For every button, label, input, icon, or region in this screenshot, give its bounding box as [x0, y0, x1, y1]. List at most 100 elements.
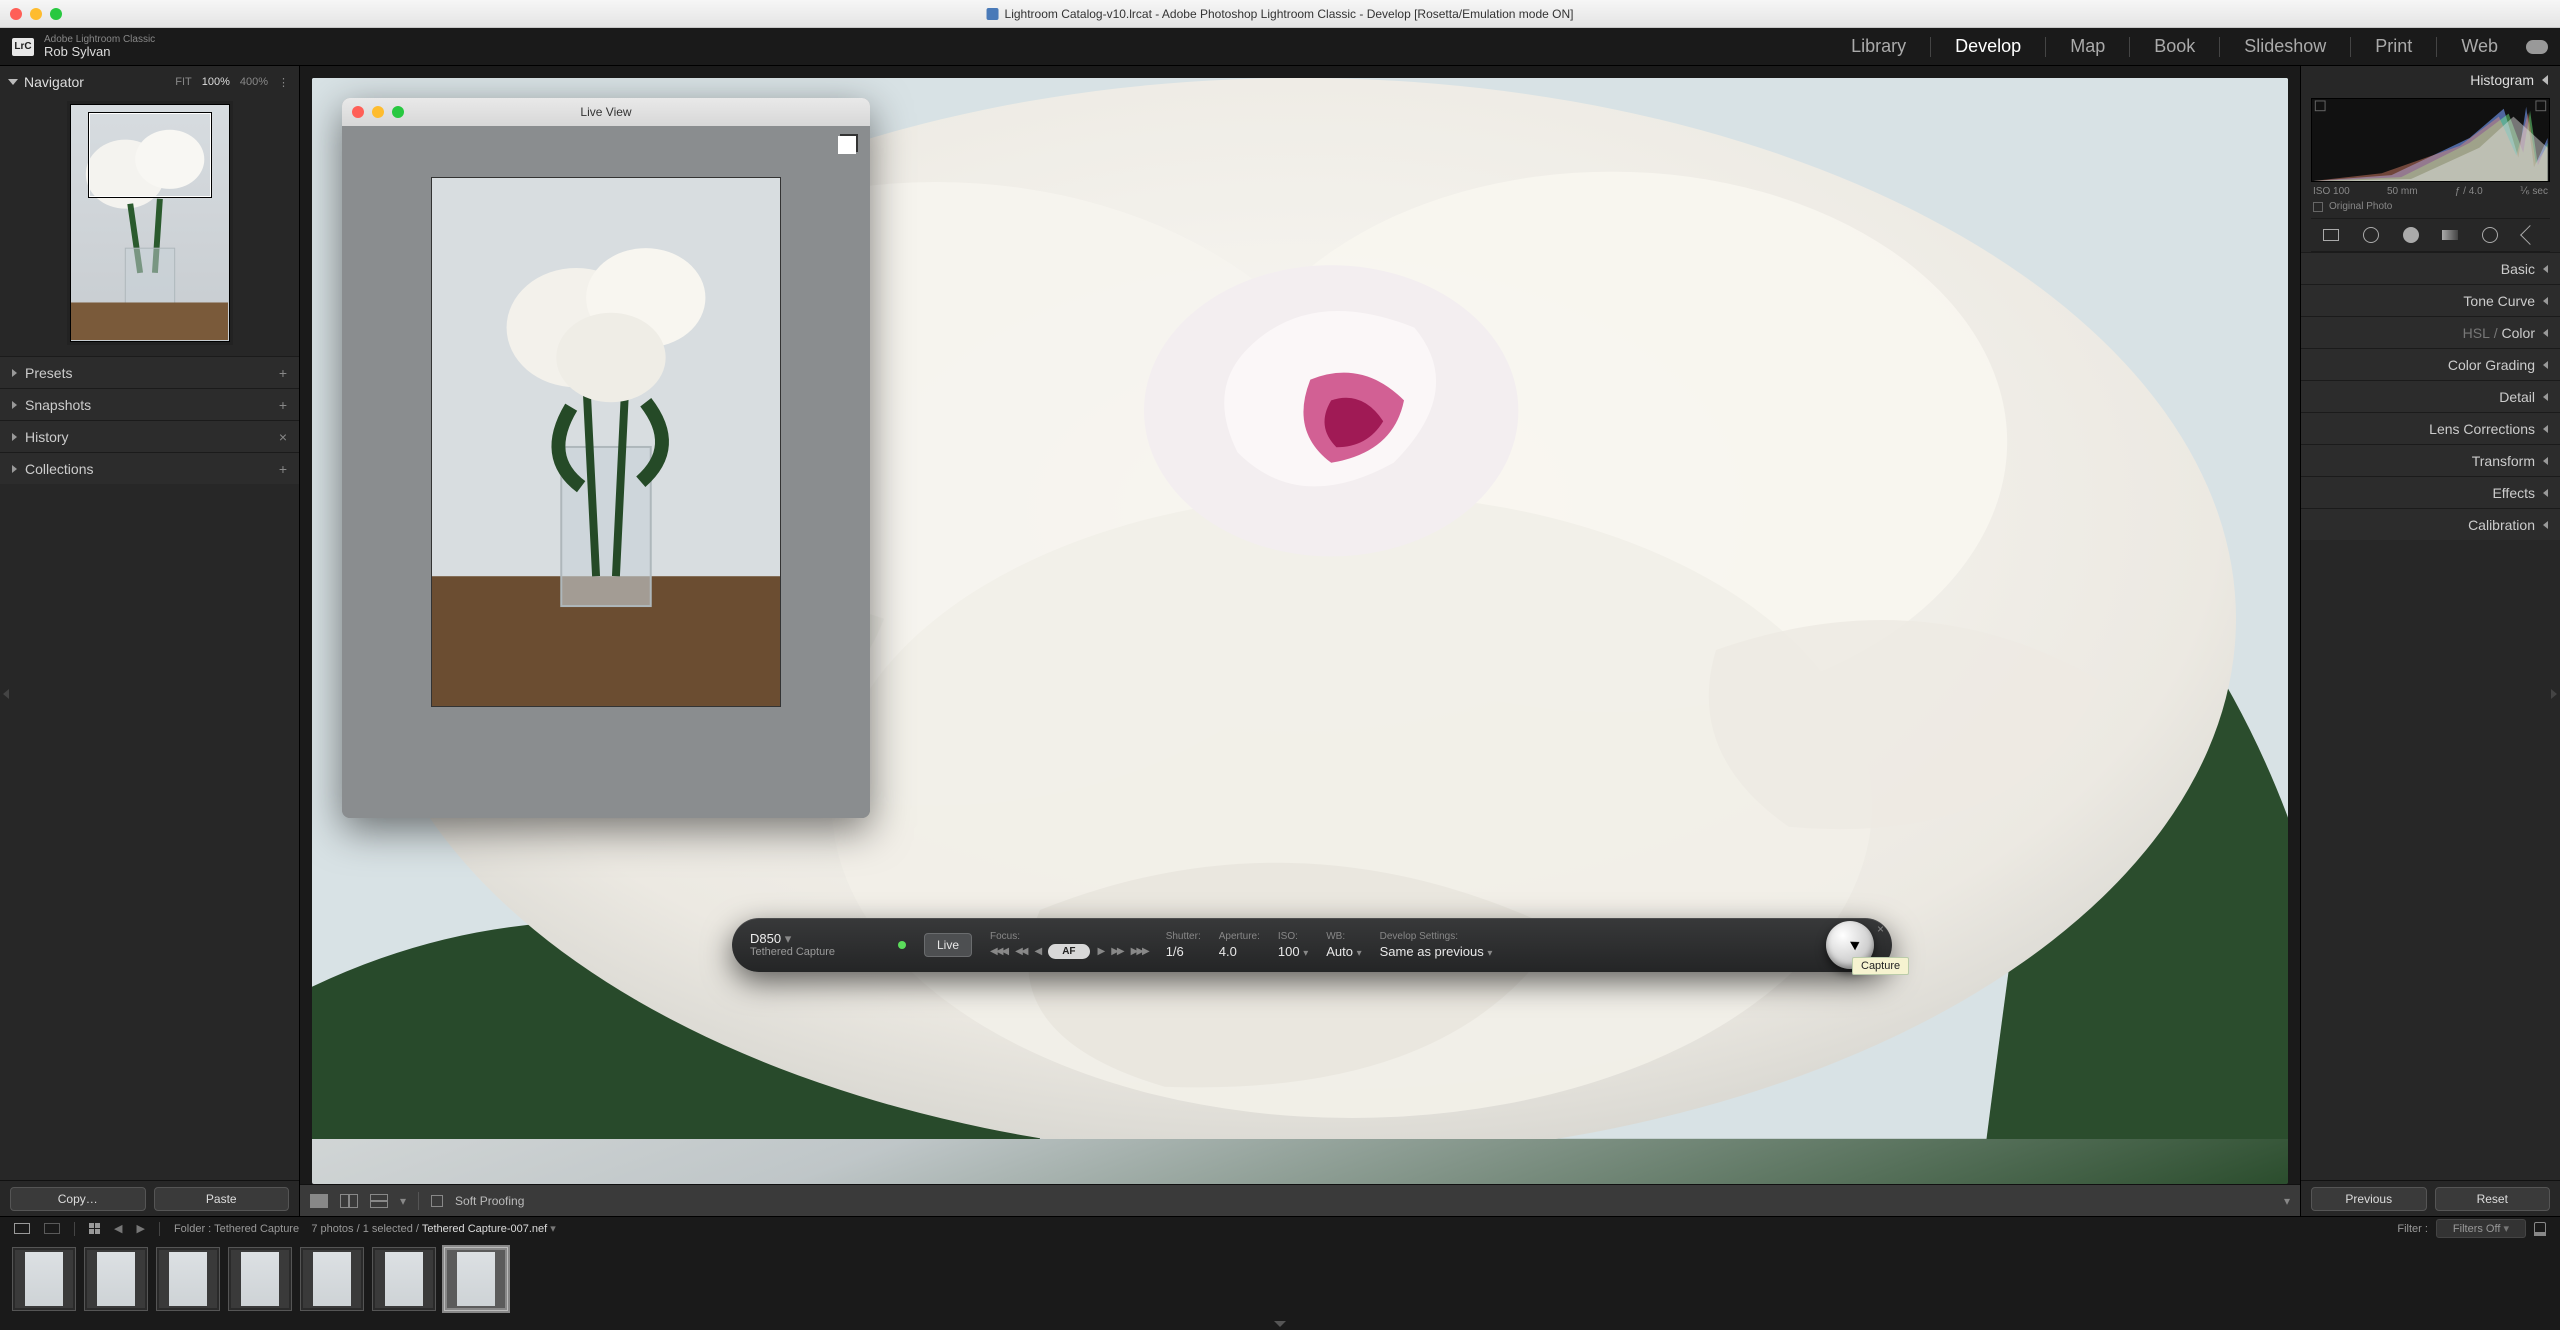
graduated-filter-icon[interactable]: [2439, 224, 2461, 246]
filter-lock-icon[interactable]: [2534, 1222, 2546, 1236]
tether-focus-label: Focus:: [990, 931, 1148, 942]
tether-live-button[interactable]: Live: [924, 933, 972, 957]
redeye-tool-icon[interactable]: [2400, 224, 2422, 246]
paste-button[interactable]: Paste: [154, 1187, 290, 1211]
history-clear-icon[interactable]: ×: [279, 429, 287, 445]
filmstrip-collapse[interactable]: [0, 1318, 2560, 1330]
focus-far-med[interactable]: ◀◀: [1015, 946, 1026, 957]
reset-button[interactable]: Reset: [2435, 1187, 2551, 1211]
panel-snapshots[interactable]: Snapshots+: [0, 388, 299, 420]
histogram-header[interactable]: Histogram: [2301, 66, 2560, 94]
nav-zoom-400[interactable]: 400%: [240, 76, 268, 89]
tether-bar[interactable]: × D850 ▾ Tethered Capture Live Focus: ◀◀…: [732, 918, 1892, 972]
develop-loupe[interactable]: Live View: [312, 78, 2288, 1184]
window-close[interactable]: [10, 8, 22, 20]
liveview-minimize[interactable]: [372, 106, 384, 118]
focus-far-fine[interactable]: ◀: [1034, 946, 1040, 957]
filmstrip-thumb[interactable]: [12, 1247, 76, 1311]
panel-calibration[interactable]: Calibration: [2301, 508, 2560, 540]
focus-near-coarse[interactable]: ▶▶▶: [1131, 946, 1148, 957]
live-view-titlebar[interactable]: Live View: [342, 98, 870, 126]
panel-tone-curve[interactable]: Tone Curve: [2301, 284, 2560, 316]
module-develop[interactable]: Develop: [1955, 36, 2021, 57]
toolbar-expand-icon[interactable]: ▾: [2284, 1194, 2290, 1208]
focus-far-coarse[interactable]: ◀◀◀: [990, 946, 1007, 957]
module-library[interactable]: Library: [1851, 36, 1906, 57]
module-book[interactable]: Book: [2154, 36, 2195, 57]
window-zoom[interactable]: [50, 8, 62, 20]
crop-tool-icon[interactable]: [2320, 224, 2342, 246]
snapshots-add-icon[interactable]: +: [279, 397, 287, 413]
collections-add-icon[interactable]: +: [279, 461, 287, 477]
live-view-window[interactable]: Live View: [342, 98, 870, 818]
second-window-icon[interactable]: [44, 1223, 60, 1234]
filmstrip[interactable]: [0, 1240, 2560, 1318]
before-after-lr-icon[interactable]: [340, 1194, 358, 1208]
nav-zoom-fit[interactable]: FIT: [175, 76, 192, 89]
filmstrip-thumb[interactable]: [84, 1247, 148, 1311]
filters-off-dropdown[interactable]: Filters Off ▾: [2436, 1219, 2526, 1238]
radial-filter-icon[interactable]: [2479, 224, 2501, 246]
grid-view-icon[interactable]: [89, 1223, 100, 1234]
panel-effects[interactable]: Effects: [2301, 476, 2560, 508]
identity-plate[interactable]: Rob Sylvan: [44, 45, 155, 59]
toolbar-menu-icon[interactable]: ▾: [400, 1194, 406, 1208]
filmstrip-thumb[interactable]: [300, 1247, 364, 1311]
tether-iso[interactable]: 100: [1278, 944, 1300, 959]
soft-proofing-checkbox[interactable]: [431, 1195, 443, 1207]
tether-close-icon[interactable]: ×: [1877, 922, 1884, 936]
nav-back-icon[interactable]: ◀: [114, 1222, 122, 1235]
copy-button[interactable]: Copy…: [10, 1187, 146, 1211]
panel-history[interactable]: History×: [0, 420, 299, 452]
nav-zoom-menu[interactable]: ⋮: [278, 76, 289, 89]
tether-shutter[interactable]: 1/6: [1166, 944, 1201, 959]
main-window-icon[interactable]: [14, 1223, 30, 1234]
window-minimize[interactable]: [30, 8, 42, 20]
right-panel-collapse[interactable]: [2548, 679, 2560, 709]
previous-button[interactable]: Previous: [2311, 1187, 2427, 1211]
tether-wb[interactable]: Auto: [1326, 944, 1353, 959]
filmstrip-thumb[interactable]: [228, 1247, 292, 1311]
panel-basic[interactable]: Basic: [2301, 252, 2560, 284]
before-after-tb-icon[interactable]: [370, 1194, 388, 1208]
filmstrip-folder-name[interactable]: Tethered Capture: [214, 1223, 299, 1235]
panel-detail[interactable]: Detail: [2301, 380, 2560, 412]
filmstrip-thumb-selected[interactable]: [444, 1247, 508, 1311]
navigator-crop-rect[interactable]: [89, 113, 211, 197]
nav-fwd-icon[interactable]: ▶: [136, 1222, 144, 1235]
loupe-view-icon[interactable]: [310, 1194, 328, 1208]
module-print[interactable]: Print: [2375, 36, 2412, 57]
tether-af-button[interactable]: AF: [1048, 944, 1089, 959]
filmstrip-thumb[interactable]: [372, 1247, 436, 1311]
panel-collections[interactable]: Collections+: [0, 452, 299, 484]
original-photo-checkbox[interactable]: [2313, 202, 2323, 212]
tether-aperture[interactable]: 4.0: [1219, 944, 1260, 959]
tether-camera-name[interactable]: D850: [750, 931, 781, 946]
tether-develop-settings[interactable]: Same as previous: [1380, 944, 1484, 959]
focus-near-med[interactable]: ▶▶: [1111, 946, 1122, 957]
liveview-zoom[interactable]: [392, 106, 404, 118]
presets-add-icon[interactable]: +: [279, 365, 287, 381]
cloud-sync-icon[interactable]: [2526, 40, 2548, 54]
spot-removal-icon[interactable]: [2360, 224, 2382, 246]
histogram-focal: 50 mm: [2387, 186, 2418, 197]
histogram[interactable]: [2311, 98, 2550, 182]
left-panel-collapse[interactable]: [0, 679, 12, 709]
panel-presets[interactable]: Presets+: [0, 356, 299, 388]
module-map[interactable]: Map: [2070, 36, 2105, 57]
focus-near-fine[interactable]: ▶: [1098, 946, 1104, 957]
liveview-close[interactable]: [352, 106, 364, 118]
navigator-thumbnail[interactable]: [70, 104, 230, 342]
panel-lens-corrections[interactable]: Lens Corrections: [2301, 412, 2560, 444]
module-slideshow[interactable]: Slideshow: [2244, 36, 2326, 57]
nav-zoom-100[interactable]: 100%: [202, 76, 230, 89]
filmstrip-current-file[interactable]: Tethered Capture-007.nef: [422, 1223, 547, 1235]
panel-transform[interactable]: Transform: [2301, 444, 2560, 476]
adjustment-brush-icon[interactable]: [2519, 224, 2541, 246]
panel-color-grading[interactable]: Color Grading: [2301, 348, 2560, 380]
module-web[interactable]: Web: [2461, 36, 2498, 57]
panel-hsl-color[interactable]: HSL / Color: [2301, 316, 2560, 348]
filmstrip-thumb[interactable]: [156, 1247, 220, 1311]
live-view-overlay-toggle[interactable]: [838, 136, 856, 154]
navigator-header[interactable]: Navigator FIT 100% 400% ⋮: [0, 66, 299, 98]
